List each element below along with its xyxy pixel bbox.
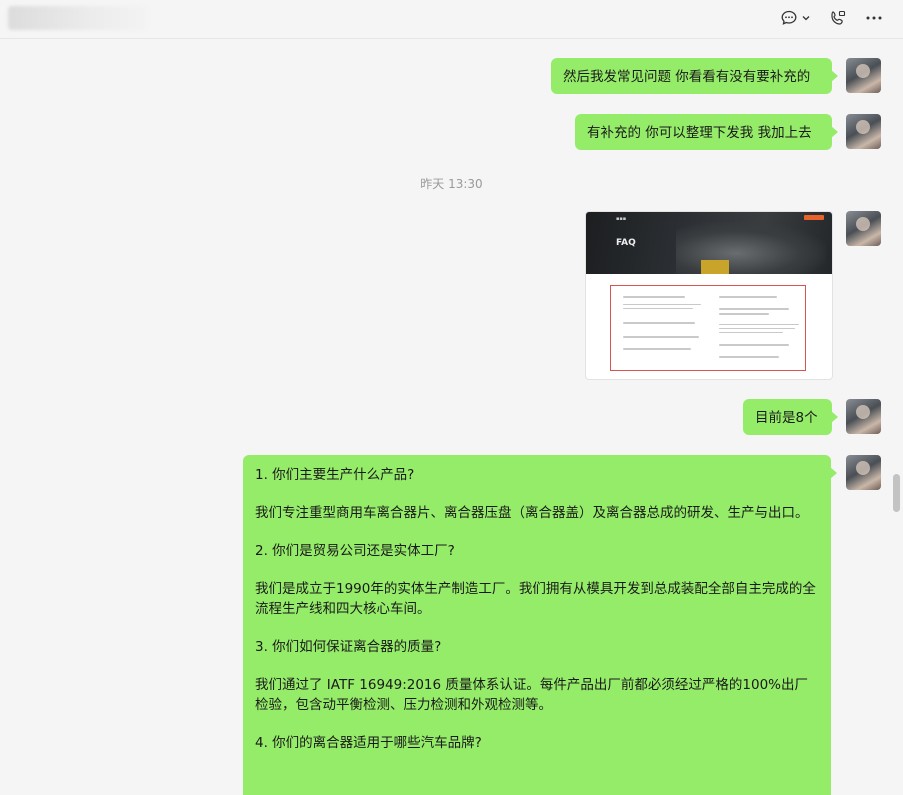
- avatar[interactable]: [846, 211, 881, 246]
- image-message[interactable]: ▪▪▪ FAQ: [585, 211, 833, 380]
- message-list[interactable]: 然后我发常见问题 你看看有没有要补充的 有补充的 你可以整理下发我 我加上去 昨…: [0, 39, 903, 795]
- avatar[interactable]: [846, 455, 881, 490]
- message-bubble-long[interactable]: 1. 你们主要生产什么产品? 我们专注重型商用车离合器片、离合器压盘（离合器盖）…: [243, 455, 837, 795]
- faq-line: [719, 356, 779, 358]
- faq-line: [719, 328, 795, 329]
- chat-header: [0, 0, 903, 39]
- faq-highlight-box: [610, 285, 806, 371]
- faq-question: 2. 你们是贸易公司还是实体工厂?: [255, 543, 455, 559]
- video-call-icon[interactable]: [828, 8, 848, 28]
- faq-line: [623, 348, 691, 350]
- scrollbar[interactable]: [893, 474, 900, 512]
- message-text: 有补充的 你可以整理下发我 我加上去: [587, 125, 812, 141]
- faq-line: [719, 332, 783, 333]
- faq-answer: 我们是成立于1990年的实体生产制造工厂。我们拥有从模具开发到总成装配全部自主完…: [255, 581, 816, 617]
- chat-more-icon[interactable]: [779, 8, 799, 28]
- faq-line: [719, 324, 799, 325]
- faq-line: [719, 308, 789, 310]
- faq-line: [719, 313, 769, 315]
- avatar[interactable]: [846, 58, 881, 93]
- faq-question: 1. 你们主要生产什么产品?: [255, 467, 415, 483]
- faq-line: [719, 296, 777, 298]
- faq-title: FAQ: [616, 238, 636, 248]
- message-timestamp: 昨天 13:30: [420, 177, 483, 191]
- avatar[interactable]: [846, 114, 881, 149]
- banner-tag: [804, 215, 824, 220]
- machine-photo: [676, 222, 826, 274]
- avatar[interactable]: [846, 399, 881, 434]
- chevron-down-icon[interactable]: [800, 8, 812, 28]
- image-banner: ▪▪▪ FAQ: [586, 212, 832, 274]
- faq-line: [623, 304, 701, 305]
- faq-answer: 我们专注重型商用车离合器片、离合器压盘（离合器盖）及离合器总成的研发、生产与出口…: [255, 505, 809, 521]
- faq-question: 3. 你们如何保证离合器的质量?: [255, 639, 442, 655]
- faq-question: 4. 你们的离合器适用于哪些汽车品牌?: [255, 735, 482, 751]
- faq-line: [623, 336, 699, 338]
- faq-answer: 我们通过了 IATF 16949:2016 质量体系认证。每件产品出厂前都必须经…: [255, 677, 808, 713]
- message-text: 然后我发常见问题 你看看有没有要补充的: [563, 69, 811, 85]
- more-icon[interactable]: [864, 8, 884, 28]
- machine-part: [701, 260, 729, 274]
- faq-line: [623, 296, 685, 298]
- faq-line: [623, 308, 693, 309]
- logo: ▪▪▪: [616, 216, 627, 222]
- faq-line: [623, 322, 695, 324]
- faq-line: [719, 344, 789, 346]
- message-bubble[interactable]: 有补充的 你可以整理下发我 我加上去: [575, 114, 838, 150]
- chat-title-blurred: [8, 6, 148, 30]
- message-bubble[interactable]: 目前是8个: [743, 399, 838, 435]
- message-bubble[interactable]: 然后我发常见问题 你看看有没有要补充的: [551, 58, 838, 94]
- message-text: 目前是8个: [755, 410, 818, 426]
